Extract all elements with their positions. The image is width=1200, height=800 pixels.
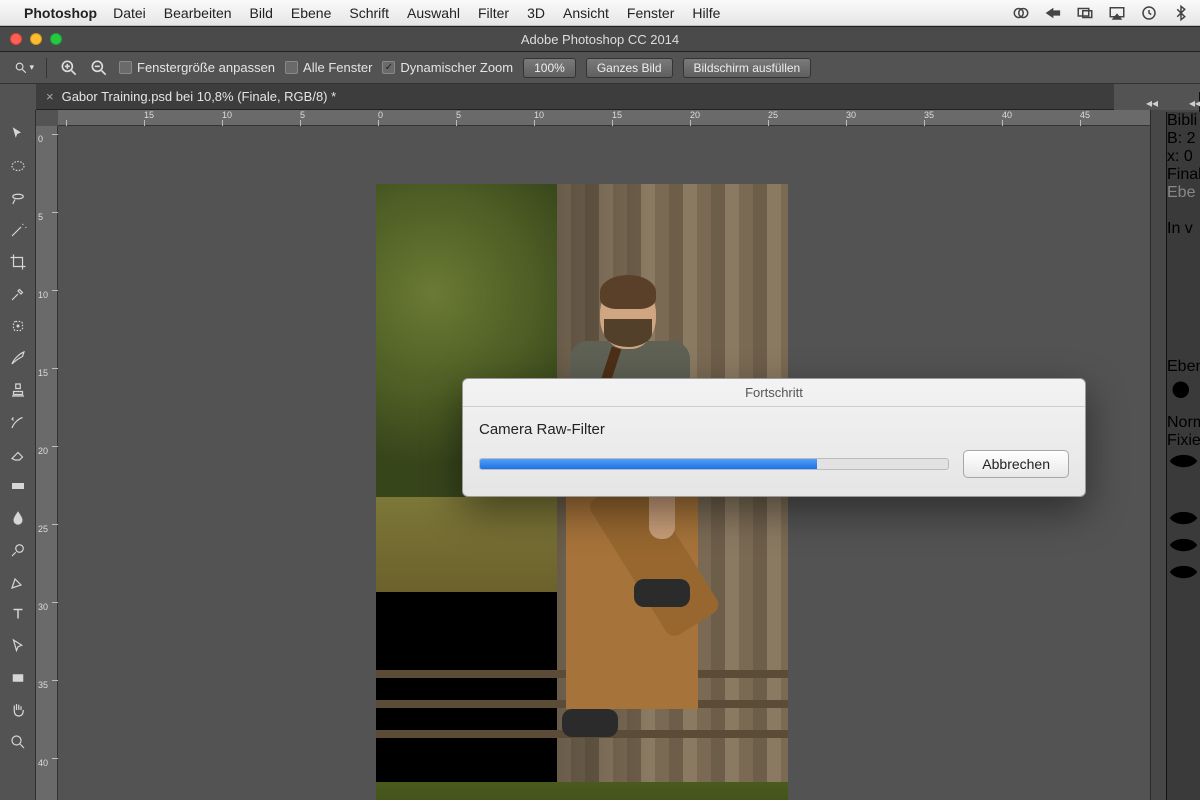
displays-icon[interactable] — [1076, 4, 1094, 22]
zoom-tool[interactable] — [4, 728, 32, 756]
width-label: B: — [1167, 130, 1182, 147]
all-windows-label: Alle Fenster — [303, 60, 372, 75]
final-label: Final — [1167, 166, 1200, 184]
tools-panel — [0, 110, 36, 800]
minimize-window-button[interactable] — [30, 33, 42, 45]
window-titlebar: Adobe Photoshop CC 2014 — [0, 26, 1200, 52]
menu-filter[interactable]: Filter — [478, 5, 509, 21]
menu-datei[interactable]: Datei — [113, 5, 146, 21]
visibility-eye-icon[interactable] — [1167, 507, 1200, 534]
document-tab-bar: × Gabor Training.psd bei 10,8% (Finale, … — [36, 84, 1114, 110]
mac-menubar: Photoshop Datei Bearbeiten Bild Ebene Sc… — [0, 0, 1200, 26]
dialog-title: Fortschritt — [463, 379, 1085, 407]
libraries-tab[interactable]: Bibli — [1167, 112, 1200, 130]
menu-bearbeiten[interactable]: Bearbeiten — [164, 5, 232, 21]
lock-label: Fixier — [1167, 432, 1200, 450]
wand-tool[interactable] — [4, 216, 32, 244]
zoom-tool-icon[interactable]: ▾ — [14, 58, 34, 78]
zoom-in-icon[interactable] — [59, 58, 79, 78]
path-select-tool[interactable] — [4, 632, 32, 660]
menu-auswahl[interactable]: Auswahl — [407, 5, 460, 21]
crop-tool[interactable] — [4, 248, 32, 276]
menu-ebene[interactable]: Ebene — [291, 5, 331, 21]
stamp-tool[interactable] — [4, 376, 32, 404]
dodge-tool[interactable] — [4, 536, 32, 564]
type-tool[interactable] — [4, 600, 32, 628]
bluetooth-icon[interactable] — [1172, 4, 1190, 22]
progress-dialog: Fortschritt Camera Raw-Filter Abbrechen — [462, 378, 1086, 497]
hand-tool[interactable] — [4, 696, 32, 724]
menu-3d[interactable]: 3D — [527, 5, 545, 21]
zoom-out-icon[interactable] — [89, 58, 109, 78]
scrubby-zoom-checkbox[interactable]: Dynamischer Zoom — [382, 60, 513, 75]
menu-schrift[interactable]: Schrift — [349, 5, 389, 21]
history-brush-tool[interactable] — [4, 408, 32, 436]
ruler-vertical[interactable]: 0510152025303540 — [36, 126, 58, 800]
marquee-tool[interactable] — [4, 152, 32, 180]
all-windows-checkbox[interactable]: Alle Fenster — [285, 60, 372, 75]
document-tab-label[interactable]: Gabor Training.psd bei 10,8% (Finale, RG… — [62, 89, 337, 104]
close-window-button[interactable] — [10, 33, 22, 45]
options-bar: ▾ Fenstergröße anpassen Alle Fenster Dyn… — [0, 52, 1200, 84]
menu-bild[interactable]: Bild — [250, 5, 273, 21]
collapse-chevron-right-icon[interactable]: ◂◂ — [1189, 96, 1200, 110]
secondary-panel-strip: Bibli B: 2 x: 0 Final Ebe In v Eben Norm… — [1166, 112, 1200, 800]
menu-fenster[interactable]: Fenster — [627, 5, 674, 21]
visibility-eye-icon[interactable] — [1167, 534, 1200, 561]
blend-mode-dropdown[interactable]: Norm — [1167, 414, 1200, 432]
window-controls — [10, 33, 62, 45]
gradient-tool[interactable] — [4, 472, 32, 500]
collapse-chevron-left-icon[interactable]: ◂◂ — [1146, 96, 1158, 110]
fit-image-button[interactable]: Ganzes Bild — [586, 58, 673, 78]
ebenen-tab[interactable]: Eben — [1167, 358, 1200, 376]
progress-bar — [479, 458, 949, 470]
eyedropper-tool[interactable] — [4, 280, 32, 308]
inventory-button[interactable]: In v — [1167, 220, 1200, 238]
ruler-horizontal[interactable]: 15105051015202530354045 — [58, 110, 1150, 126]
move-tool[interactable] — [4, 120, 32, 148]
dialog-operation-label: Camera Raw-Filter — [479, 421, 1069, 438]
layer-search-icon[interactable] — [1167, 376, 1200, 414]
fit-window-checkbox[interactable]: Fenstergröße anpassen — [119, 60, 275, 75]
cc-icon[interactable] — [1012, 4, 1030, 22]
x-value[interactable]: 0 — [1184, 148, 1193, 165]
eraser-tool[interactable] — [4, 440, 32, 468]
pen-tool[interactable] — [4, 568, 32, 596]
x-label: x: — [1167, 148, 1179, 165]
close-tab-icon[interactable]: × — [46, 89, 54, 104]
timemachine-icon[interactable] — [1140, 4, 1158, 22]
window-title: Adobe Photoshop CC 2014 — [0, 32, 1200, 47]
fit-window-label: Fenstergröße anpassen — [137, 60, 275, 75]
brush-tool[interactable] — [4, 344, 32, 372]
ebene-label: Ebe — [1167, 184, 1200, 202]
blur-tool[interactable] — [4, 504, 32, 532]
sync-icon[interactable] — [1044, 4, 1062, 22]
zoom-window-button[interactable] — [50, 33, 62, 45]
fill-screen-button[interactable]: Bildschirm ausfüllen — [683, 58, 812, 78]
menu-ansicht[interactable]: Ansicht — [563, 5, 609, 21]
app-name[interactable]: Photoshop — [24, 5, 97, 21]
menu-hilfe[interactable]: Hilfe — [692, 5, 720, 21]
scrubby-zoom-label: Dynamischer Zoom — [400, 60, 513, 75]
visibility-eye-icon[interactable] — [1167, 450, 1200, 477]
healing-tool[interactable] — [4, 312, 32, 340]
zoom-100-button[interactable]: 100% — [523, 58, 576, 78]
airplay-icon[interactable] — [1108, 4, 1126, 22]
width-value[interactable]: 2 — [1187, 130, 1196, 147]
cancel-button[interactable]: Abbrechen — [963, 450, 1069, 478]
lasso-tool[interactable] — [4, 184, 32, 212]
rectangle-tool[interactable] — [4, 664, 32, 692]
visibility-eye-icon[interactable] — [1167, 561, 1200, 588]
